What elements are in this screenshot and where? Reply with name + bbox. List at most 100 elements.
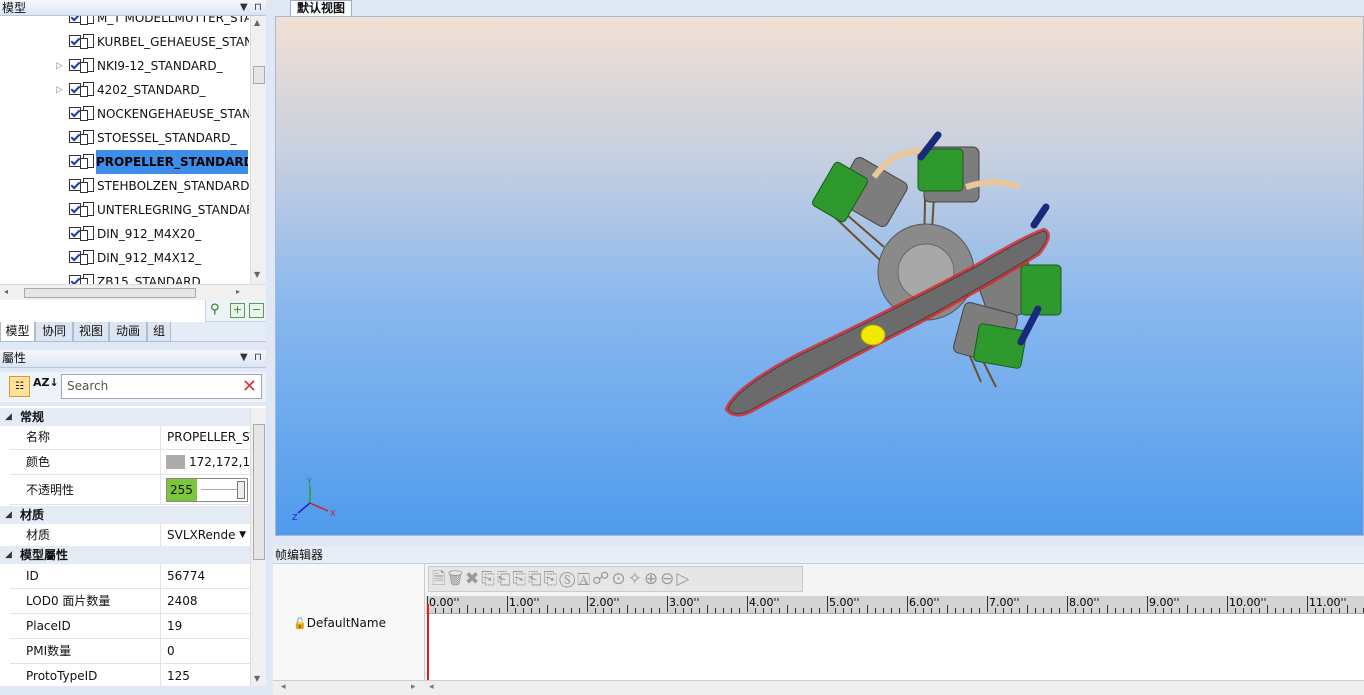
prop-row-id[interactable]: ID 56774 [10, 564, 250, 589]
collapse-all-icon[interactable]: − [249, 303, 264, 318]
tab[interactable]: 协同 [35, 322, 73, 342]
section-material[interactable]: ◢ 材质 [0, 506, 250, 524]
collapse-icon[interactable]: ◢ [5, 506, 12, 524]
tree-item[interactable]: NOCKENGEHAEUSE_STAN [0, 102, 250, 126]
timeline-hscroll[interactable]: ◂ ▸ ◂ [273, 680, 1364, 695]
prop-value[interactable]: 19 [160, 614, 250, 639]
timeline-minor-tick [1291, 608, 1292, 613]
view-tab-default[interactable]: 默认视图 [290, 0, 353, 16]
frame-toolbar[interactable]: 🗎🗑✖⎘⎗⎘⎗⎘Ⓢ🄰☍⊙✧⊕⊖▷ [428, 566, 803, 592]
tree-item[interactable]: STOESSEL_STANDARD_ [0, 126, 250, 150]
collapse-icon[interactable]: ◢ [5, 546, 12, 564]
tree-item[interactable]: UNTERLEGRING_STANDARD [0, 198, 250, 222]
prop-row-material[interactable]: 材质 SVLXRende ▼ [10, 523, 250, 548]
prop-row-lod[interactable]: LOD0 面片数量 2408 [10, 589, 250, 614]
expand-icon[interactable]: ▷ [56, 54, 63, 78]
timeline-minor-tick [867, 605, 868, 613]
expand-icon[interactable]: ▷ [56, 78, 63, 102]
prop-value[interactable]: 172,172,17 [160, 450, 250, 475]
prop-value[interactable]: 56774 [160, 564, 250, 589]
timeline-ruler[interactable]: 0.00'' 1.00'' 2.00'' 3.00'' 4.00'' 5.00'' 6.00… [426, 596, 1364, 614]
tree-vscroll-thumb[interactable] [253, 66, 265, 84]
tree-item[interactable]: KURBEL_GEHAEUSE_STAN [0, 30, 250, 54]
timeline-minor-tick [1123, 608, 1124, 613]
tree-item-label: ZB15_STANDARD [97, 275, 201, 284]
opacity-slider-handle[interactable] [237, 481, 245, 499]
prop-value[interactable]: 255 [160, 475, 250, 505]
engine-model[interactable] [276, 17, 1364, 536]
tab[interactable]: 模型 [0, 322, 35, 342]
prop-row-prototype[interactable]: ProtoTypeID 125 [10, 664, 250, 686]
prop-row-color[interactable]: 颜色 172,172,17 [10, 450, 250, 475]
part-icon [80, 202, 94, 217]
timeline-minor-tick [1059, 608, 1060, 613]
track-item[interactable]: 🔓DefaultName [293, 616, 386, 630]
prop-row-opacity[interactable]: 不透明性 255 [10, 475, 250, 505]
tab[interactable]: 组 [147, 322, 171, 342]
prop-value[interactable]: 125 [160, 664, 250, 686]
timeline-minor-tick [435, 608, 436, 613]
timeline-minor-tick [1179, 608, 1180, 613]
prop-key: 材质 [26, 528, 51, 542]
timeline-minor-tick [1355, 608, 1356, 613]
pin-icon[interactable]: ⊓ [254, 0, 262, 16]
tree-hscroll[interactable]: ◂ ▸ [0, 284, 266, 300]
frame-editor: 帧编辑器 🔓DefaultName 🗎🗑✖⎘⎗⎘⎗⎘Ⓢ🄰☍⊙✧⊕⊖▷ 0.00'… [273, 546, 1364, 695]
tab[interactable]: 动画 [109, 322, 147, 342]
prop-value[interactable]: SVLXRende ▼ [160, 523, 250, 548]
prop-value[interactable]: 2408 [160, 589, 250, 614]
tree-hscroll-thumb[interactable] [24, 288, 196, 298]
tree-item[interactable]: STEHBOLZEN_STANDARD_ [0, 174, 250, 198]
timeline-minor-tick [779, 608, 780, 613]
clear-search-icon[interactable]: ✕ [242, 375, 257, 398]
timeline-minor-tick [1315, 608, 1316, 613]
timeline-minor-tick [979, 608, 980, 613]
timeline-minor-tick [1267, 605, 1268, 613]
search-icon[interactable]: ⚲ [210, 302, 220, 317]
props-vscroll-thumb[interactable] [253, 424, 265, 560]
tree-item[interactable]: DIN_912_M4X20_ [0, 222, 250, 246]
section-label: 模型屬性 [20, 548, 69, 562]
prop-key: 不透明性 [26, 483, 75, 497]
expand-all-icon[interactable]: + [230, 303, 245, 318]
tree-item[interactable]: ZB15_STANDARD [0, 270, 250, 284]
tree-item[interactable]: PROPELLER_STANDARD_ [0, 150, 250, 174]
prop-value[interactable]: 0 [160, 639, 250, 664]
frame-editor-title: 帧编辑器 [273, 546, 1364, 564]
section-model-props[interactable]: ◢ 模型屬性 [0, 546, 250, 564]
timeline-minor-tick [1331, 608, 1332, 613]
timeline-minor-tick [843, 608, 844, 613]
tab[interactable]: 视图 [73, 322, 109, 342]
prop-key: ProtoTypeID [26, 669, 98, 683]
lock-icon[interactable]: 🔓 [293, 617, 307, 630]
collapse-icon[interactable]: ◢ [5, 408, 12, 426]
panel-dropdown-icon[interactable]: ▼ [240, 0, 248, 16]
timeline-minor-tick [531, 608, 532, 613]
timeline-minor-tick [515, 608, 516, 613]
categorized-icon[interactable]: ☷ [9, 376, 30, 397]
tree-item[interactable]: ▷ NKI9-12_STANDARD_ [0, 54, 250, 78]
3d-viewport[interactable]: Y X Z [275, 16, 1364, 536]
dropdown-icon[interactable]: ▼ [239, 523, 246, 548]
panel-dropdown-icon[interactable]: ▼ [240, 350, 248, 366]
prop-row-placeid[interactable]: PlaceID 19 [10, 614, 250, 639]
props-search-input[interactable]: Search ✕ [61, 374, 262, 399]
tree-item[interactable]: ▷ 4202_STANDARD_ [0, 78, 250, 102]
tree-item[interactable]: DIN_912_M4X12_ [0, 246, 250, 270]
section-general[interactable]: ◢ 常规 [0, 408, 250, 426]
prop-key: 颜色 [26, 455, 51, 469]
prop-row-pmi[interactable]: PMI数量 0 [10, 639, 250, 664]
search-placeholder: Search [67, 379, 109, 393]
tree-vscroll[interactable]: ▲ ▼ [250, 16, 266, 284]
tree-item[interactable]: M_T MODELLMUTTER_STA [0, 16, 250, 30]
pin-icon[interactable]: ⊓ [254, 350, 262, 366]
timeline-minor-tick [1339, 608, 1340, 613]
props-vscroll[interactable]: ▼ [250, 408, 266, 686]
sort-az-icon[interactable]: AZ↓ [33, 376, 59, 389]
timeline-playhead[interactable] [427, 604, 429, 680]
prop-value[interactable]: PROPELLER_ST [160, 425, 250, 450]
timeline-body[interactable] [426, 614, 1364, 680]
color-swatch[interactable] [166, 455, 185, 469]
timeline-minor-tick [883, 608, 884, 613]
prop-row-name[interactable]: 名称 PROPELLER_ST [10, 425, 250, 450]
